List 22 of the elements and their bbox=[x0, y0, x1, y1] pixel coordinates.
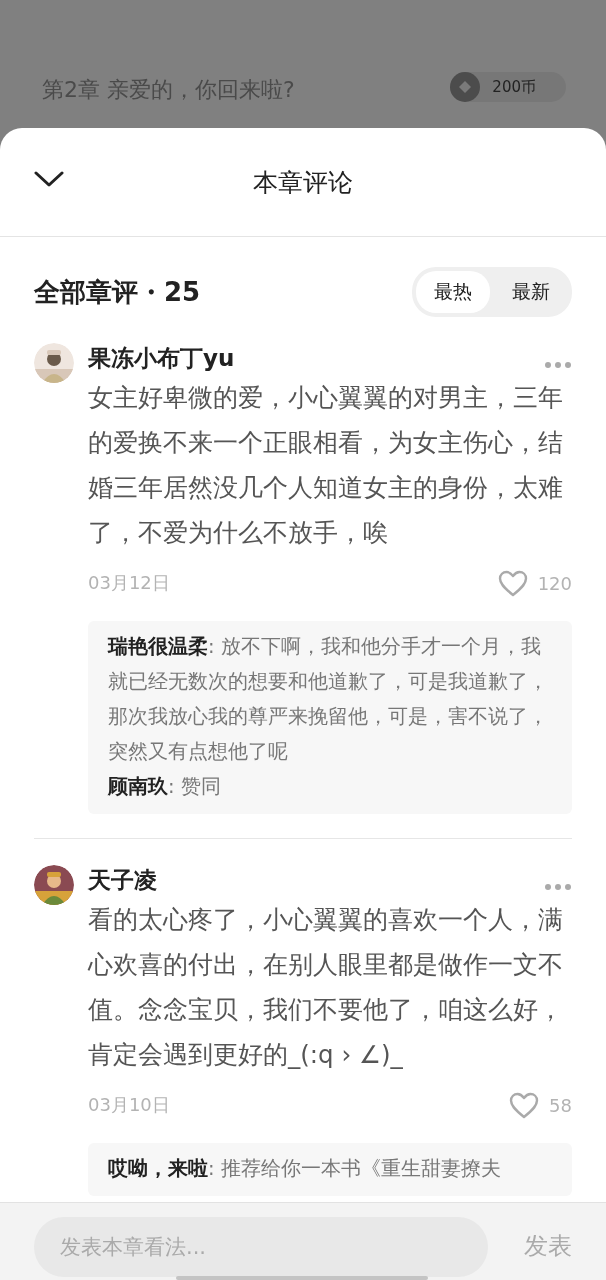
more-icon[interactable] bbox=[544, 361, 572, 369]
price-label: 200币 bbox=[492, 77, 536, 97]
like-count: 120 bbox=[537, 572, 572, 594]
reply-text: 哎呦，来啦: 推荐给你一本书《重生甜妻撩夫 bbox=[108, 1156, 502, 1182]
chevron-down-icon[interactable] bbox=[34, 170, 64, 188]
section-heading: 全部章评・25 bbox=[34, 275, 201, 309]
reply-text: 顾南玖: 赞同 bbox=[108, 774, 222, 800]
user-name: 天子凌 bbox=[88, 865, 157, 895]
user-name: 果冻小布丁yu bbox=[88, 343, 235, 373]
sort-tab[interactable]: 最热 bbox=[416, 271, 490, 313]
reply-text: 瑞艳很温柔: 放不下啊，我和他分手才一个月，我就已经无数次的想要和他道歉了，可是我道歉了，那次我放心我的尊严来挽留他，可是，害不说了，突然又有点想他了呢 bbox=[108, 634, 549, 765]
like-count: 58 bbox=[549, 1094, 572, 1116]
sort-tab[interactable]: 最新 bbox=[494, 271, 568, 313]
comment-input[interactable]: 发表本章看法... bbox=[34, 1217, 488, 1277]
comment-text: 女主好卑微的爱，小心翼翼的对男主，三年的爱换不来一个正眼相看，为女主伤心，结婚三年居然没几个人知道女主的身份，太难了，不爱为什么不放手，唉 bbox=[88, 382, 564, 549]
comment-text: 看的太心疼了，小心翼翼的喜欢一个人，满心欢喜的付出，在别人眼里都是做作一文不值。念念宝贝，我们不要他了，咱这么好，肯定会遇到更好的_(:q › ∠)_ bbox=[88, 904, 564, 1071]
sheet-title: 本章评论 bbox=[253, 166, 353, 199]
comment-date: 03月10日 bbox=[88, 1093, 170, 1117]
heart-icon[interactable] bbox=[497, 569, 528, 597]
more-icon[interactable] bbox=[544, 883, 572, 891]
comment-date: 03月12日 bbox=[88, 571, 170, 595]
heart-icon[interactable] bbox=[509, 1091, 540, 1119]
